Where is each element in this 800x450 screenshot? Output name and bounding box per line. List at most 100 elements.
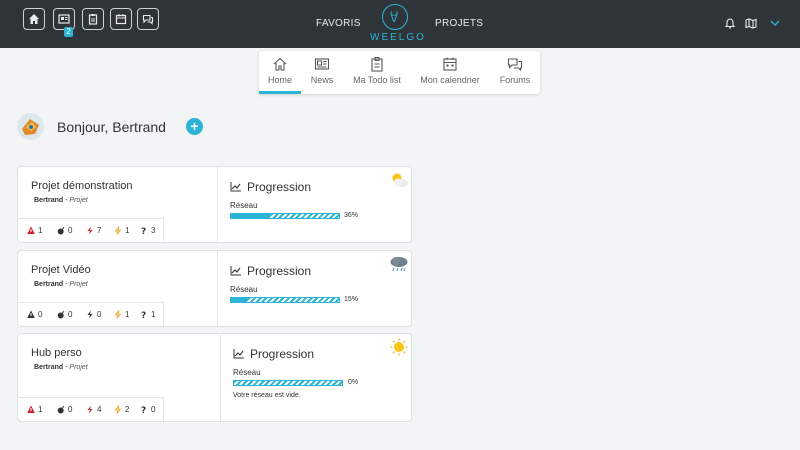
- partly-cloudy-icon: [392, 173, 408, 187]
- rain-cloud-icon: [390, 257, 408, 272]
- reseau-percent: 15%: [344, 296, 359, 303]
- reseau-progress-bar: [233, 380, 343, 386]
- tab-todo[interactable]: Ma Todo list: [350, 51, 404, 94]
- home-icon: [273, 57, 287, 71]
- project-name[interactable]: Hub perso: [31, 347, 82, 359]
- nav-favoris[interactable]: FAVORIS: [316, 18, 361, 29]
- bomb-icon: [57, 226, 65, 235]
- todo-button[interactable]: [82, 8, 104, 30]
- stat-yellow-bolts[interactable]: 1: [114, 226, 129, 235]
- stat-yellow-bolts[interactable]: 2: [114, 405, 129, 414]
- stat-value: 0: [68, 226, 73, 235]
- sun-icon: [390, 338, 408, 356]
- progression-title: Progression: [230, 180, 311, 194]
- stat-value: 0: [151, 405, 156, 414]
- stat-questions[interactable]: ? 0: [140, 405, 155, 414]
- stat-alerts[interactable]: 0: [27, 310, 42, 319]
- stat-value: 1: [151, 310, 156, 319]
- top-bar: 2 FAVORIS WEELGO PROJETS: [0, 0, 800, 48]
- nav-projets[interactable]: PROJETS: [435, 18, 483, 29]
- stat-questions[interactable]: ? 3: [140, 226, 155, 235]
- question-icon: ?: [141, 311, 146, 319]
- question-icon: ?: [141, 227, 146, 235]
- home-icon: [29, 14, 39, 24]
- clipboard-icon: [88, 14, 98, 25]
- project-stats: 0 0 0 1 ? 1: [18, 302, 164, 328]
- stat-value: 0: [68, 310, 73, 319]
- tab-news[interactable]: News: [305, 51, 339, 94]
- reseau-label: Réseau: [230, 285, 258, 294]
- chevron-down-icon[interactable]: [769, 17, 781, 29]
- bell-icon[interactable]: [724, 17, 736, 29]
- stat-red-bolts[interactable]: 0: [86, 310, 101, 319]
- stat-bombs[interactable]: 0: [57, 405, 72, 414]
- weelgo-logo-icon[interactable]: [382, 4, 408, 30]
- progression-title: Progression: [233, 347, 314, 361]
- stat-alerts[interactable]: 1: [27, 405, 42, 414]
- tab-label: News: [310, 75, 334, 85]
- project-name[interactable]: Projet démonstration: [31, 180, 133, 192]
- chat-icon: [507, 58, 523, 72]
- home-button[interactable]: [23, 8, 45, 30]
- project-owner: Bertrand - Projet: [34, 364, 88, 371]
- add-project-button[interactable]: +: [186, 118, 203, 135]
- avatar[interactable]: [17, 113, 44, 140]
- project-name[interactable]: Projet Vidéo: [31, 264, 91, 276]
- stat-bombs[interactable]: 0: [57, 310, 72, 319]
- stat-value: 1: [125, 226, 130, 235]
- tab-forums[interactable]: Forums: [497, 51, 533, 94]
- stat-value: 0: [97, 310, 102, 319]
- bolt-outline-icon: [114, 226, 122, 235]
- reseau-label: Réseau: [233, 368, 261, 377]
- forums-button[interactable]: [137, 8, 159, 30]
- reseau-percent: 36%: [344, 212, 359, 219]
- stat-value: 1: [38, 226, 43, 235]
- tab-home[interactable]: Home: [259, 51, 301, 94]
- stat-questions[interactable]: ? 1: [140, 310, 155, 319]
- stat-red-bolts[interactable]: 4: [86, 405, 101, 414]
- project-card: Projet démonstration Bertrand - Projet 1…: [17, 166, 412, 244]
- stat-alerts[interactable]: 1: [27, 226, 42, 235]
- stat-value: 4: [97, 405, 102, 414]
- tab-calendar[interactable]: Mon calendrier: [417, 51, 483, 94]
- tab-label: Forums: [499, 75, 531, 85]
- bolt-outline-icon: [114, 405, 122, 414]
- svg-text:?: ?: [141, 311, 146, 319]
- stat-value: 0: [38, 310, 43, 319]
- progression-label: Progression: [247, 264, 312, 278]
- project-owner: Bertrand - Projet: [34, 281, 88, 288]
- project-card: Projet Vidéo Bertrand - Projet 0 0 0 1 ?…: [17, 250, 412, 328]
- bomb-icon: [57, 405, 65, 414]
- newspaper-icon: [314, 58, 330, 70]
- project-stats: 1 0 4 2 ? 0: [18, 397, 164, 423]
- chart-line-icon: [233, 349, 244, 359]
- project-card: Hub perso Bertrand - Projet 1 0 4 2 ? 0 P…: [17, 333, 412, 423]
- calendar-icon: [115, 14, 127, 25]
- reseau-progress-bar: [230, 297, 340, 303]
- question-icon: ?: [141, 406, 146, 414]
- warning-icon: [27, 405, 35, 413]
- stat-bombs[interactable]: 0: [57, 226, 72, 235]
- owner-role: Projet: [69, 197, 88, 204]
- newspaper-icon: [58, 14, 70, 24]
- logo-text[interactable]: WEELGO: [370, 32, 424, 43]
- reseau-label: Réseau: [230, 201, 258, 210]
- stat-value: 7: [97, 226, 102, 235]
- bolt-icon: [87, 226, 93, 235]
- tab-label: Mon calendrier: [420, 75, 480, 85]
- bolt-icon: [87, 405, 93, 414]
- warning-icon: [27, 226, 35, 234]
- stat-value: 1: [38, 405, 43, 414]
- bolt-icon: [87, 310, 93, 319]
- stat-value: 2: [125, 405, 130, 414]
- progression-title: Progression: [230, 264, 311, 278]
- stat-value: 3: [151, 226, 156, 235]
- owner-name: Bertrand: [34, 364, 64, 371]
- calendar-button[interactable]: [110, 8, 132, 30]
- stat-yellow-bolts[interactable]: 1: [114, 310, 129, 319]
- stat-red-bolts[interactable]: 7: [86, 226, 101, 235]
- active-tab-indicator: [259, 91, 301, 94]
- reseau-progress-bar: [230, 213, 340, 219]
- map-icon[interactable]: [745, 17, 757, 29]
- leaf-icon: [390, 11, 398, 22]
